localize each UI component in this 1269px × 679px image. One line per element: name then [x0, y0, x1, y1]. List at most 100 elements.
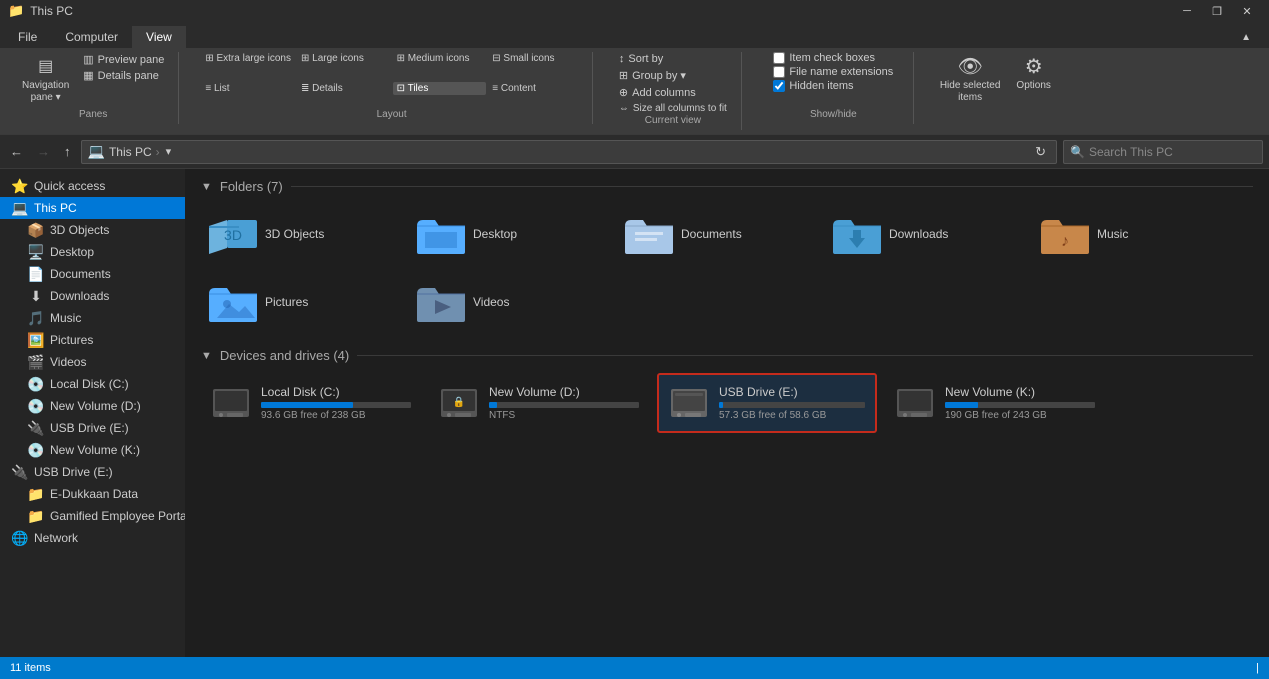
list-button[interactable]: ≡ List — [201, 82, 295, 95]
drive-usb-e[interactable]: USB Drive (E:) 57.3 GB free of 58.6 GB — [657, 373, 877, 433]
large-icons-button[interactable]: ⊞ Large icons — [297, 52, 391, 65]
new-volume-d-icon: 🔒 — [439, 383, 479, 423]
sidebar-item-quick-access[interactable]: ⭐ Quick access — [0, 175, 185, 197]
folder-desktop[interactable]: Desktop — [409, 204, 609, 264]
panes-buttons: ▤ Navigationpane ▾ ▥ Preview pane ▦ Deta… — [18, 52, 168, 109]
sort-by-button[interactable]: ↕ Sort by — [615, 52, 667, 66]
sidebar-item-videos[interactable]: 🎬 Videos — [0, 351, 185, 373]
drives-collapse-icon[interactable]: ▼ — [201, 350, 212, 362]
folder-music-icon: ♪ — [1041, 210, 1089, 258]
small-icons-button[interactable]: ⊟ Small icons — [488, 52, 582, 65]
close-button[interactable]: ✕ — [1233, 2, 1261, 20]
sidebar-item-desktop[interactable]: 🖥️ Desktop — [0, 241, 185, 263]
hide-selected-button[interactable]: 👁 Hide selecteditems — [936, 52, 1005, 106]
usb-e-name: USB Drive (E:) — [719, 385, 865, 399]
folder-3d-objects[interactable]: 3D 3D Objects — [201, 204, 401, 264]
tab-view[interactable]: View — [132, 26, 186, 48]
drive-local-c[interactable]: Local Disk (C:) 93.6 GB free of 238 GB — [201, 373, 421, 433]
edukkaan-icon: 📁 — [28, 486, 44, 502]
drives-section-header: ▼ Devices and drives (4) — [201, 348, 1253, 363]
title-text: This PC — [30, 4, 73, 18]
folder-videos[interactable]: Videos — [409, 272, 609, 332]
sidebar-item-new-volume-k[interactable]: 💿 New Volume (K:) — [0, 439, 185, 461]
navigation-pane-button[interactable]: ▤ Navigationpane ▾ — [18, 52, 73, 106]
sidebar-label-this-pc: This PC — [34, 201, 77, 215]
sidebar-item-gamified[interactable]: 📁 Gamified Employee Portal — [0, 505, 185, 527]
sidebar-item-local-disk-c[interactable]: 💿 Local Disk (C:) — [0, 373, 185, 395]
item-check-boxes-checkbox[interactable]: Item check boxes — [773, 52, 875, 64]
details-pane-button[interactable]: ▦ Details pane — [79, 68, 168, 83]
sidebar-item-music[interactable]: 🎵 Music — [0, 307, 185, 329]
preview-pane-button[interactable]: ▥ Preview pane — [79, 52, 168, 67]
sidebar-item-pictures[interactable]: 🖼️ Pictures — [0, 329, 185, 351]
group-by-button[interactable]: ⊞ Group by ▾ — [615, 68, 690, 83]
details-button[interactable]: ≣ Details — [297, 82, 391, 95]
sidebar-item-documents[interactable]: 📄 Documents — [0, 263, 185, 285]
folder-pictures[interactable]: Pictures — [201, 272, 401, 332]
sidebar-item-network[interactable]: 🌐 Network — [0, 527, 185, 549]
folder-music-label: Music — [1097, 227, 1128, 241]
sidebar-label-documents: Documents — [50, 267, 111, 281]
sidebar-label-music: Music — [50, 311, 81, 325]
ribbon-group-show-hide: Item check boxes File name extensions Hi… — [754, 52, 914, 124]
back-button[interactable]: ← — [6, 142, 27, 161]
tiles-button[interactable]: ⊡ Tiles — [393, 82, 487, 95]
size-columns-button[interactable]: ⇔ Size all columns to fit — [615, 102, 731, 115]
ribbon-tabs: File Computer View ▲ — [0, 22, 1269, 48]
tab-file[interactable]: File — [4, 26, 51, 48]
drive-new-k[interactable]: New Volume (K:) 190 GB free of 243 GB — [885, 373, 1105, 433]
new-k-info: New Volume (K:) 190 GB free of 243 GB — [945, 385, 1095, 421]
new-d-info: New Volume (D:) NTFS — [489, 385, 639, 421]
hidden-items-checkbox[interactable]: Hidden items — [773, 80, 853, 92]
app-icon: 📁 — [8, 3, 24, 19]
item-count: 11 items — [10, 662, 51, 674]
hidden-items-input[interactable] — [773, 80, 785, 92]
folder-music[interactable]: ♪ Music — [1033, 204, 1233, 264]
current-view-buttons: ↕ Sort by ⊞ Group by ▾ ⊕ Add columns ⇔ S… — [615, 52, 731, 115]
sidebar-item-this-pc[interactable]: 💻 This PC — [0, 197, 185, 219]
breadcrumb-dropdown-button[interactable]: ▾ — [164, 145, 174, 158]
sidebar-item-new-volume-d[interactable]: 💿 New Volume (D:) — [0, 395, 185, 417]
add-columns-button[interactable]: ⊕ Add columns — [615, 85, 700, 100]
local-disk-icon — [211, 383, 251, 423]
new-d-sub: NTFS — [489, 410, 639, 421]
music-icon: 🎵 — [28, 310, 44, 326]
file-ext-input[interactable] — [773, 66, 785, 78]
tab-computer[interactable]: Computer — [51, 26, 132, 48]
sidebar-label-3d: 3D Objects — [50, 223, 109, 237]
usb-e-bar-bg — [719, 402, 865, 408]
main-area: ⭐ Quick access 💻 This PC 📦 3D Objects 🖥️… — [0, 169, 1269, 657]
sidebar-item-edukkaan[interactable]: 📁 E-Dukkaan Data — [0, 483, 185, 505]
file-ext-checkbox[interactable]: File name extensions — [773, 66, 893, 78]
folders-section-header: ▼ Folders (7) — [201, 179, 1253, 194]
content-button[interactable]: ≡ Content — [488, 82, 582, 95]
medium-icons-button[interactable]: ⊞ Medium icons — [393, 52, 487, 65]
status-indicator: | — [1256, 662, 1259, 674]
drive-new-d[interactable]: 🔒 New Volume (D:) NTFS — [429, 373, 649, 433]
sidebar-item-3d-objects[interactable]: 📦 3D Objects — [0, 219, 185, 241]
search-placeholder: Search This PC — [1089, 145, 1173, 159]
folders-collapse-icon[interactable]: ▼ — [201, 181, 212, 193]
folder-documents[interactable]: Documents — [617, 204, 817, 264]
ribbon-collapse-button[interactable]: ▲ — [1227, 26, 1265, 48]
search-icon: 🔍 — [1070, 145, 1085, 159]
nav-pane-icon: ▤ — [34, 54, 58, 78]
sidebar-item-usb-e-root[interactable]: 🔌 USB Drive (E:) — [0, 461, 185, 483]
details-icon: ▦ — [83, 69, 93, 82]
folder-downloads[interactable]: Downloads — [825, 204, 1025, 264]
up-button[interactable]: ↑ — [60, 142, 75, 161]
ribbon-group-extra: 👁 Hide selecteditems ⚙ Options — [926, 52, 1065, 124]
refresh-button[interactable]: ↻ — [1031, 142, 1050, 162]
breadcrumb[interactable]: 💻 This PC › ▾ ↻ — [81, 140, 1058, 164]
restore-button[interactable]: ❐ — [1203, 2, 1231, 20]
ribbon-content: ▤ Navigationpane ▾ ▥ Preview pane ▦ Deta… — [0, 48, 1269, 134]
extra-large-icons-button[interactable]: ⊞ Extra large icons — [201, 52, 295, 65]
sidebar-item-usb-e[interactable]: 🔌 USB Drive (E:) — [0, 417, 185, 439]
minimize-button[interactable]: ─ — [1173, 2, 1201, 20]
item-check-input[interactable] — [773, 52, 785, 64]
options-button[interactable]: ⚙ Options — [1012, 52, 1054, 93]
search-box[interactable]: 🔍 Search This PC — [1063, 140, 1263, 164]
forward-button[interactable]: → — [33, 142, 54, 161]
sidebar-item-downloads[interactable]: ⬇ Downloads — [0, 285, 185, 307]
panes-label: Panes — [79, 109, 107, 120]
